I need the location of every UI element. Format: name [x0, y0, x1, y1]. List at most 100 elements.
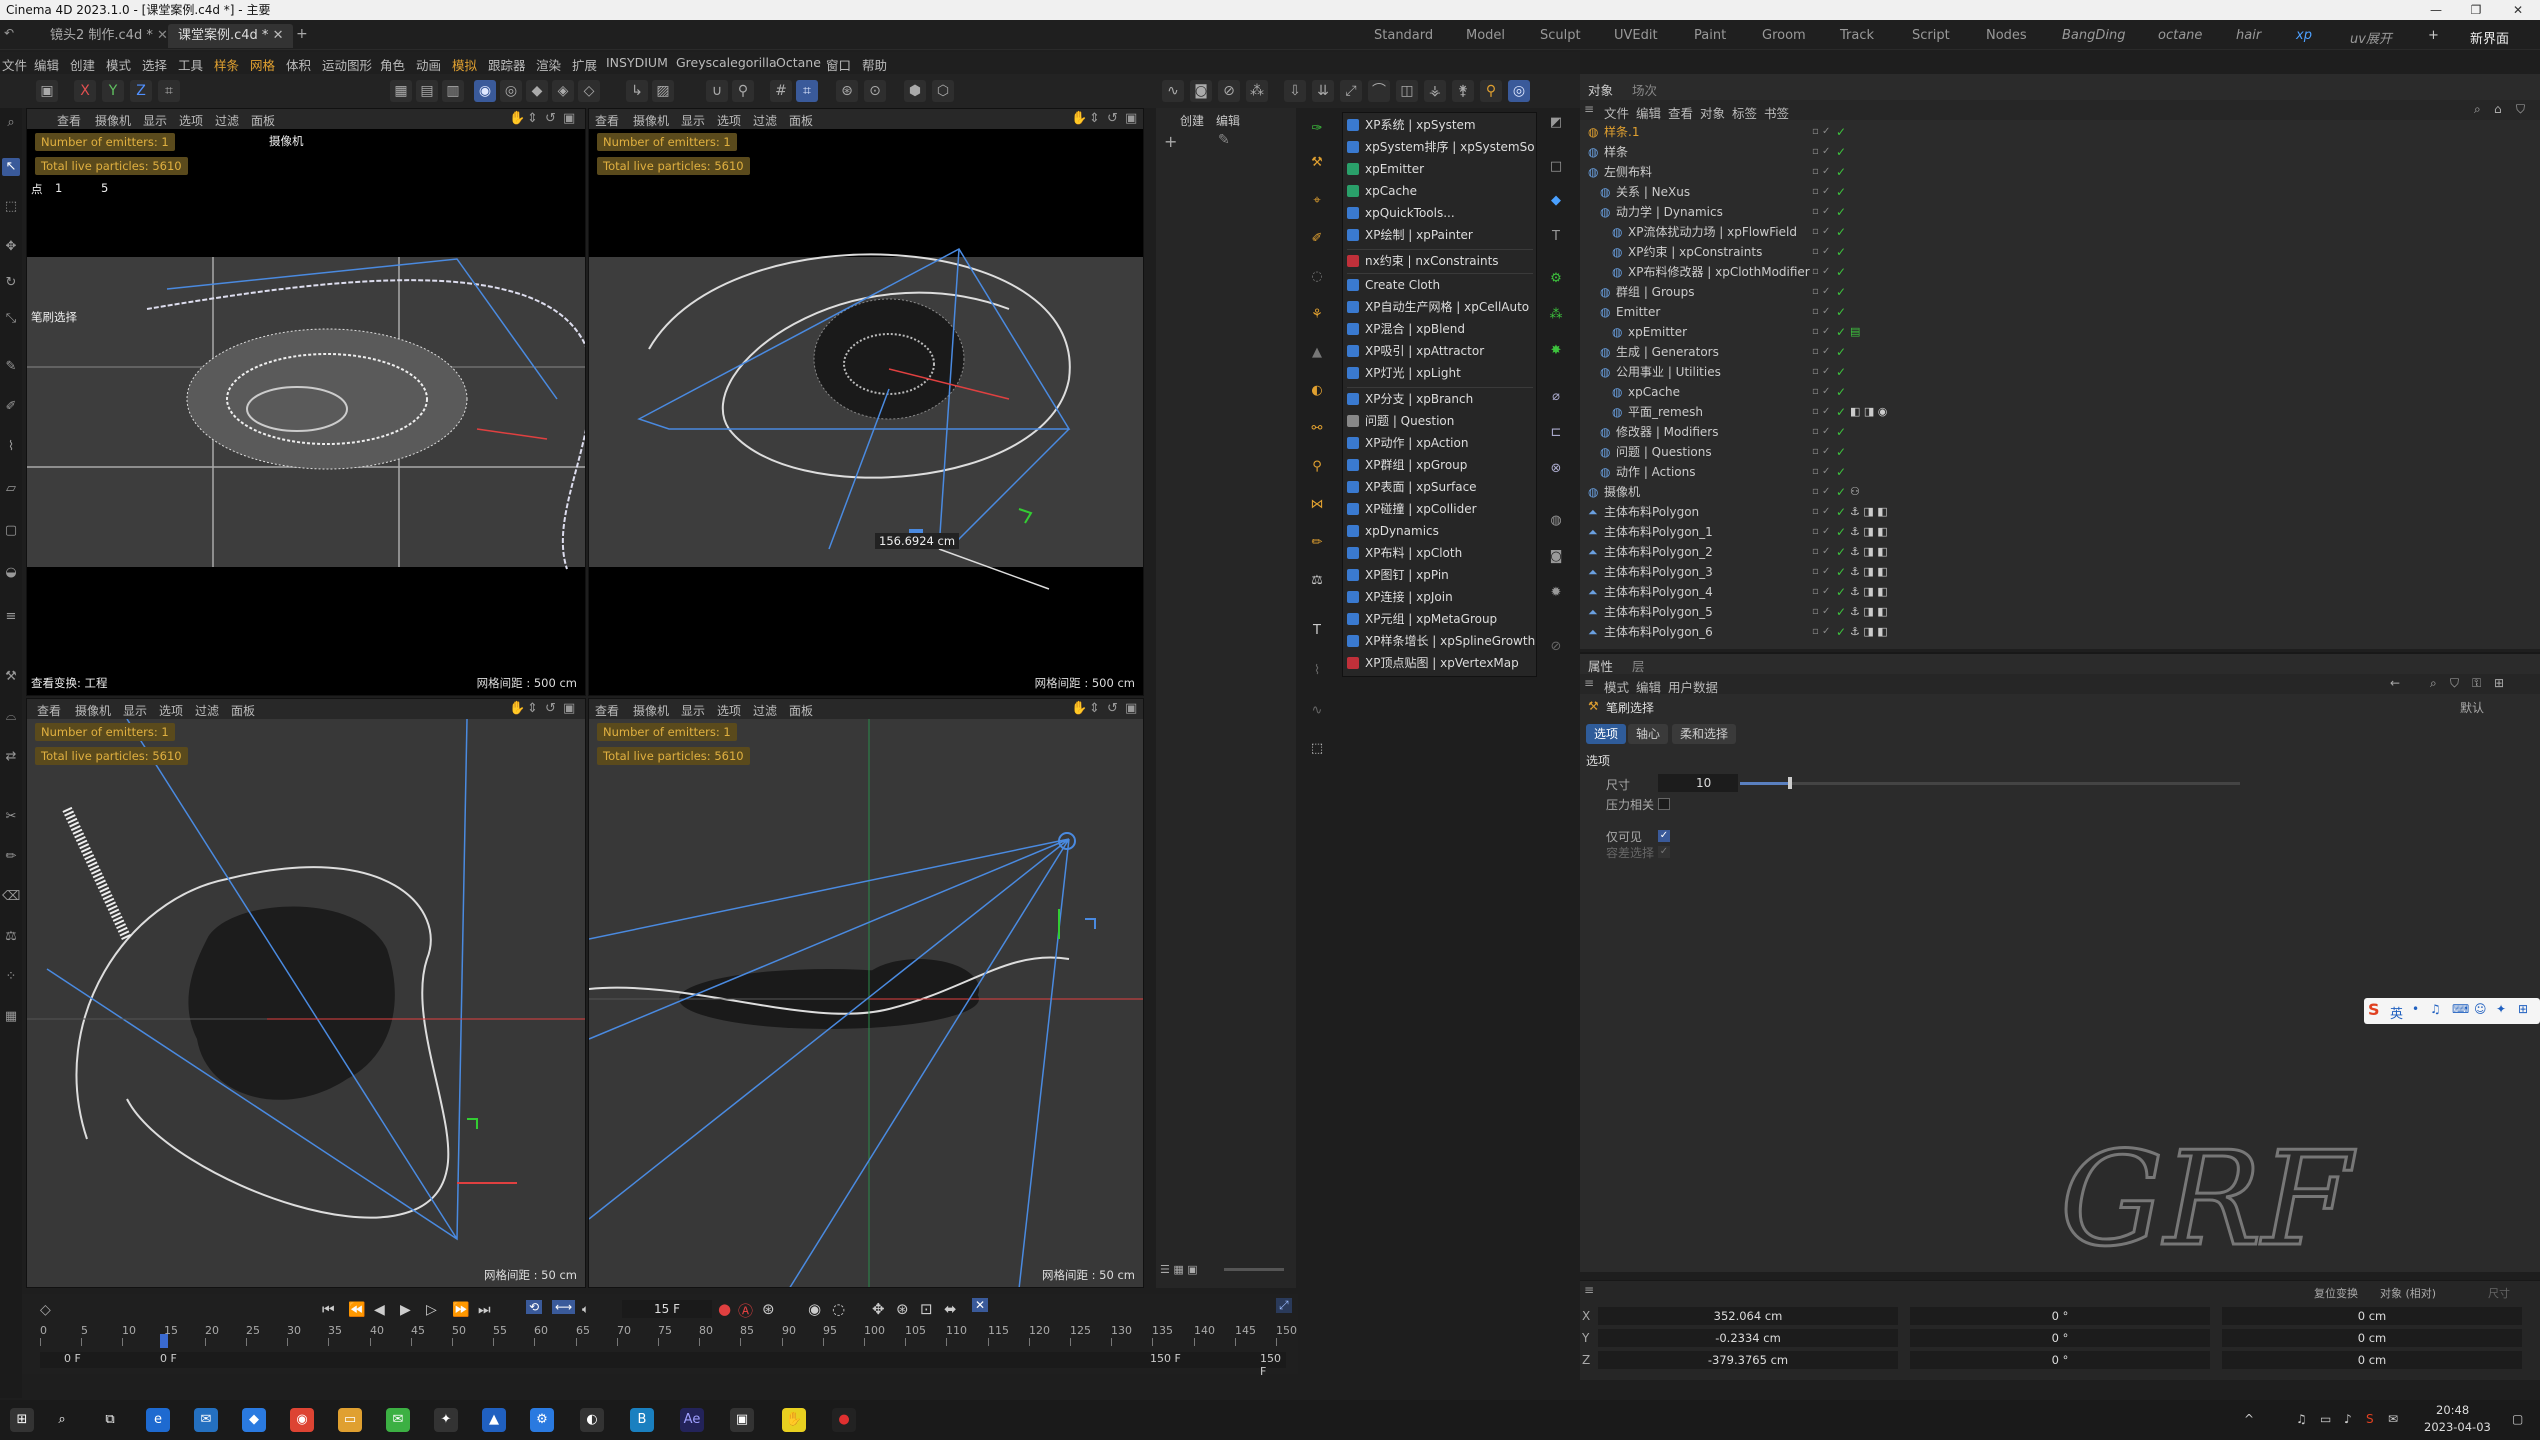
visibility-flags[interactable]: ▫ ✓	[1812, 182, 1830, 202]
text-icon[interactable]: T	[1547, 228, 1565, 246]
menu-simulate[interactable]: 模拟	[452, 55, 477, 74]
vp-menu-panel[interactable]: 面板	[789, 112, 813, 129]
joint-icon[interactable]: ⚵	[1452, 80, 1474, 102]
camera-icon[interactable]: ◙	[1190, 80, 1212, 102]
tab-attributes[interactable]: 属性	[1588, 656, 1613, 675]
axis-z-icon[interactable]: Z	[130, 80, 152, 102]
xp-menu-item[interactable]: xpQuickTools...	[1347, 203, 1535, 224]
minimize-icon[interactable]: —	[2418, 0, 2454, 20]
xp-menu-item[interactable]: XP连接 | xpJoin	[1347, 587, 1535, 608]
ime-skin-icon[interactable]: ☺	[2474, 1002, 2487, 1016]
ime-tool-icon[interactable]: ✦	[2496, 1002, 2506, 1016]
notification-icon[interactable]: ▢	[2512, 1412, 2523, 1426]
rot-x-field[interactable]: 0 °	[1910, 1307, 2210, 1325]
box-icon[interactable]: ◆	[1547, 192, 1565, 210]
menu-mode[interactable]: 模式	[106, 55, 131, 74]
restore-icon[interactable]: ❐	[2458, 0, 2494, 20]
brush-icon[interactable]: ⁂	[1246, 80, 1268, 102]
goto-start-icon[interactable]: ⏮	[322, 1302, 335, 1318]
search-icon[interactable]: ⌕	[2430, 676, 2437, 691]
edge-browser-icon[interactable]: e	[146, 1408, 170, 1432]
playhead[interactable]	[160, 1334, 168, 1348]
recorder-icon[interactable]: ●	[832, 1408, 856, 1432]
pan-icon[interactable]: ✋	[509, 111, 525, 126]
object-row[interactable]: ◍ XP约束 | xpConstraints ▫ ✓ ✓	[1580, 242, 2540, 262]
viewport-bottom-left[interactable]: 查看 摄像机 显示 选项 过滤 面板 ✋ ⇕ ↺ ▣ Number of emi…	[26, 698, 586, 1288]
object-row[interactable]: ⏶ 主体布料Polygon ▫ ✓ ✓ ⚓ ◨ ◧	[1580, 502, 2540, 522]
visibility-flags[interactable]: ▫ ✓	[1812, 602, 1830, 622]
viewport-top-left[interactable]: 查看 摄像机 显示 选项 过滤 面板 ✋ ⇕ ↺ ▣ Number of emi…	[26, 108, 586, 696]
next-frame-icon[interactable]: ▷	[426, 1302, 437, 1318]
layout-switch-icon[interactable]: ☰ ▦ ▣	[1160, 1262, 1200, 1276]
interpolation-icon[interactable]: ✕	[972, 1298, 989, 1312]
app-icon[interactable]: ▲	[482, 1408, 506, 1432]
menu-spline[interactable]: 样条	[214, 55, 239, 74]
object-row[interactable]: ◍ xpEmitter ▫ ✓ ✓ ▤	[1580, 322, 2540, 342]
visibility-flags[interactable]: ▫ ✓	[1812, 202, 1830, 222]
xp-menu-item[interactable]: XP灯光 | xpLight	[1347, 363, 1535, 384]
new-tab-icon[interactable]: +	[296, 26, 308, 42]
enabled-check-icon[interactable]: ✓	[1836, 282, 1846, 302]
visibility-flags[interactable]: ▫ ✓	[1812, 582, 1830, 602]
file-explorer-icon[interactable]: ▭	[338, 1408, 362, 1432]
xp-weight-icon[interactable]: ⚖	[1308, 572, 1326, 590]
visibility-flags[interactable]: ▫ ✓	[1812, 482, 1830, 502]
menu-file[interactable]: 文件	[2, 55, 27, 74]
add-icon[interactable]: +	[1164, 132, 1177, 151]
auto-key-icon[interactable]: Ⓐ	[738, 1300, 753, 1321]
visibility-flags[interactable]: ▫ ✓	[1812, 282, 1830, 302]
vp-menu-panel[interactable]: 面板	[251, 112, 275, 129]
layout-bangding[interactable]: BangDing	[2062, 28, 2126, 43]
viewport-canvas[interactable]: Number of emitters: 1 Total live particl…	[589, 719, 1143, 1287]
mail-icon[interactable]: ✉	[194, 1408, 218, 1432]
visibility-flags[interactable]: ▫ ✓	[1812, 522, 1830, 542]
knife-2-icon[interactable]: ✂	[2, 808, 20, 826]
square-icon[interactable]: □	[1547, 158, 1565, 176]
visibility-flags[interactable]: ▫ ✓	[1812, 462, 1830, 482]
size-input[interactable]: 10	[1658, 774, 1738, 792]
orbit-icon[interactable]: ↺	[545, 111, 556, 126]
mirror-icon[interactable]: ⇄	[2, 748, 20, 766]
vp-menu-display[interactable]: 显示	[123, 702, 147, 719]
range-bar[interactable]: 0 F 0 F 150 F 150 F	[40, 1352, 1286, 1378]
obj-menu-object[interactable]: 对象	[1700, 103, 1725, 122]
hamburger-icon[interactable]: ≡	[1584, 1283, 1594, 1297]
tab-takes[interactable]: 场次	[1632, 80, 1657, 99]
tray-ime-icon[interactable]: S	[2366, 1412, 2374, 1426]
smooth-icon[interactable]: ⌇	[2, 438, 20, 456]
vp-menu-panel[interactable]: 面板	[789, 702, 813, 719]
curve-icon[interactable]: ⌒	[1368, 80, 1390, 102]
search-icon[interactable]: ⌕	[50, 1408, 74, 1432]
vp-menu-display[interactable]: 显示	[143, 112, 167, 129]
range-start-2[interactable]: 0 F	[160, 1352, 177, 1365]
range-end-2[interactable]: 150 F	[1260, 1352, 1286, 1378]
visibility-flags[interactable]: ▫ ✓	[1812, 382, 1830, 402]
effector-icon[interactable]: ⊗	[1547, 460, 1565, 478]
rot-z-field[interactable]: 0 °	[1910, 1351, 2210, 1369]
pos-z-field[interactable]: -379.3765 cm	[1598, 1351, 1898, 1369]
xp-menu-item[interactable]: xpCache	[1347, 181, 1535, 202]
c4d-icon[interactable]: ✦	[434, 1408, 458, 1432]
scale-y-field[interactable]: 0 cm	[2222, 1329, 2522, 1347]
object-row[interactable]: ◍ XP布料修改器 | xpClothModifier ▫ ✓ ✓	[1580, 262, 2540, 282]
edges-mode-icon[interactable]: ◎	[500, 80, 522, 102]
zoom-slider[interactable]	[1224, 1268, 1284, 1271]
align-icon[interactable]: ⇩	[1284, 80, 1306, 102]
visibility-flags[interactable]: ▫ ✓	[1812, 262, 1830, 282]
model-mode-icon[interactable]: ▣	[36, 80, 58, 102]
close-icon[interactable]: ✕	[2500, 0, 2536, 20]
filter-icon[interactable]: ⛉	[2450, 676, 2459, 691]
menu-window[interactable]: 窗口	[826, 55, 851, 74]
layout-track[interactable]: Track	[1840, 28, 1874, 43]
enabled-check-icon[interactable]: ✓	[1836, 502, 1846, 522]
xp-menu-item[interactable]: Create Cloth	[1347, 275, 1535, 296]
layout-hair[interactable]: hair	[2236, 28, 2261, 43]
attr-menu-userdata[interactable]: 用户数据	[1668, 677, 1718, 696]
motion-icon[interactable]: ◉	[808, 1300, 821, 1318]
enabled-check-icon[interactable]: ✓	[1836, 462, 1846, 482]
sound-icon[interactable]: 🔈︎	[582, 1302, 589, 1317]
xp-menu-item[interactable]: nx约束 | nxConstraints	[1347, 251, 1535, 272]
xp-menu-item[interactable]: XP元组 | xpMetaGroup	[1347, 609, 1535, 630]
cube-primitive-icon[interactable]: ◩	[1547, 114, 1565, 132]
enabled-check-icon[interactable]: ✓	[1836, 562, 1846, 582]
